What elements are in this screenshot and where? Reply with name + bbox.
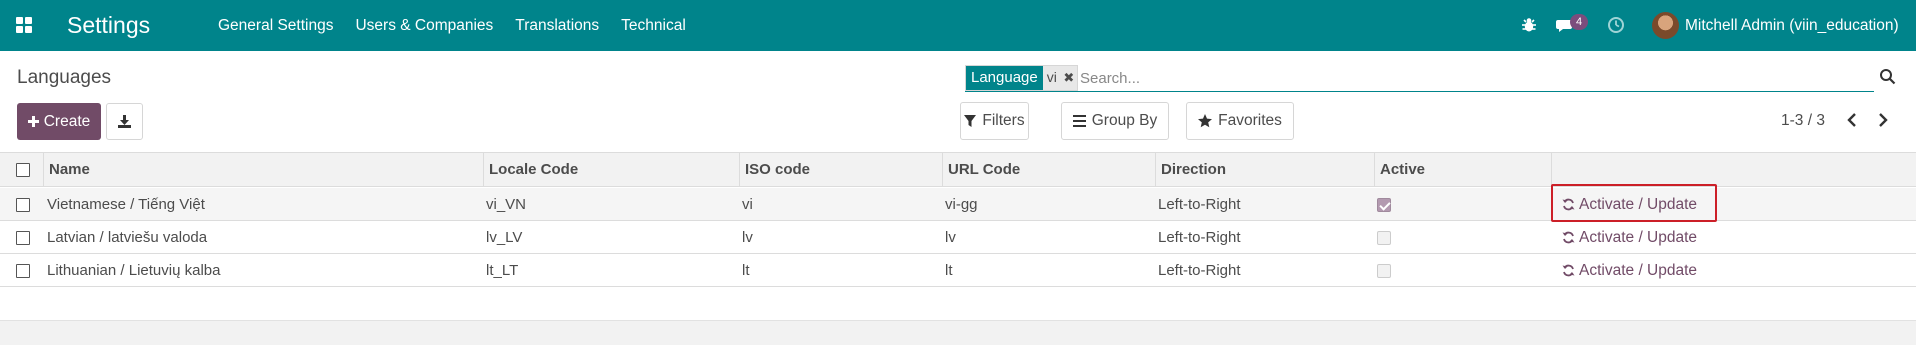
refresh-icon xyxy=(1562,264,1575,277)
apps-menu-icon[interactable] xyxy=(16,17,32,33)
table-row[interactable]: Lithuanian / Lietuvių kalba lt_LT lt lt … xyxy=(0,254,1916,287)
active-checkbox xyxy=(1377,198,1391,212)
cell-name: Lithuanian / Lietuvių kalba xyxy=(47,262,221,279)
column-header-action xyxy=(1551,153,1916,187)
table-header: Name Locale Code ISO code URL Code Direc… xyxy=(0,152,1916,187)
favorites-button[interactable]: Favorites xyxy=(1186,102,1294,140)
row-checkbox[interactable] xyxy=(16,231,30,245)
column-header-locale[interactable]: Locale Code xyxy=(483,153,739,187)
cell-name: Vietnamese / Tiếng Việt xyxy=(47,196,205,213)
facet-label: Language xyxy=(966,66,1043,90)
user-avatar[interactable] xyxy=(1652,12,1679,39)
pager-previous-icon[interactable] xyxy=(1844,111,1860,129)
user-menu-name[interactable]: Mitchell Admin (viin_education) xyxy=(1685,17,1899,35)
cell-direction: Left-to-Right xyxy=(1158,196,1241,213)
search-facet: Language vi ✖ xyxy=(965,65,1078,91)
list-footer xyxy=(0,320,1916,345)
cell-url: lv xyxy=(945,229,956,246)
pager-next-icon[interactable] xyxy=(1875,111,1891,129)
active-checkbox xyxy=(1377,264,1391,278)
cell-url: lt xyxy=(945,262,953,279)
search-icon[interactable] xyxy=(1879,68,1896,85)
download-button[interactable] xyxy=(106,103,143,140)
activate-update-button[interactable]: Activate / Update xyxy=(1562,254,1697,287)
activate-update-label: Activate / Update xyxy=(1579,228,1698,246)
page-title: Languages xyxy=(17,67,112,88)
menu-item-technical[interactable]: Technical xyxy=(621,17,686,35)
filters-button[interactable]: Filters xyxy=(960,102,1029,140)
cell-name: Latvian / latviešu valoda xyxy=(47,229,208,246)
search-bar: Language vi ✖ xyxy=(965,65,1874,92)
facet-remove-icon[interactable]: ✖ xyxy=(1060,66,1077,90)
cell-direction: Left-to-Right xyxy=(1158,229,1241,246)
plus-icon xyxy=(27,116,39,127)
filters-label: Filters xyxy=(982,112,1025,129)
activity-clock-icon[interactable] xyxy=(1607,16,1625,34)
column-header-iso[interactable]: ISO code xyxy=(739,153,942,187)
menu-item-general-settings[interactable]: General Settings xyxy=(218,17,333,35)
menu-item-users-companies[interactable]: Users & Companies xyxy=(355,17,493,35)
column-header-active[interactable]: Active xyxy=(1374,153,1551,187)
cell-iso: lv xyxy=(742,229,753,246)
pager-value[interactable]: 1-3 / 3 xyxy=(1781,112,1825,130)
column-header-direction[interactable]: Direction xyxy=(1155,153,1374,187)
list-bars-icon xyxy=(1072,115,1086,127)
chat-count-badge: 4 xyxy=(1570,14,1588,30)
row-checkbox[interactable] xyxy=(16,264,30,278)
activate-update-button[interactable]: Activate / Update xyxy=(1562,221,1697,254)
cell-locale: lv_LV xyxy=(486,229,523,246)
groupby-label: Group By xyxy=(1091,112,1158,129)
menu-item-translations[interactable]: Translations xyxy=(515,17,599,35)
facet-value: vi xyxy=(1042,66,1061,90)
row-checkbox[interactable] xyxy=(16,198,30,212)
cell-locale: vi_VN xyxy=(486,196,527,213)
select-all-checkbox[interactable] xyxy=(16,163,30,177)
create-button[interactable]: Create xyxy=(17,103,101,140)
activate-update-label: Activate / Update xyxy=(1579,261,1698,279)
debug-bug-icon[interactable] xyxy=(1520,16,1538,34)
top-navbar: Settings General Settings Users & Compan… xyxy=(0,0,1916,51)
app-title[interactable]: Settings xyxy=(67,12,150,39)
download-icon xyxy=(118,115,131,128)
cell-iso: vi xyxy=(742,196,753,213)
star-icon xyxy=(1198,114,1213,128)
cell-locale: lt_LT xyxy=(486,262,519,279)
favorites-label: Favorites xyxy=(1218,112,1282,129)
groupby-button[interactable]: Group By xyxy=(1061,102,1169,140)
cell-iso: lt xyxy=(742,262,750,279)
refresh-icon xyxy=(1562,231,1575,244)
column-header-url[interactable]: URL Code xyxy=(942,153,1155,187)
filter-funnel-icon xyxy=(964,114,977,127)
cell-url: vi-gg xyxy=(945,196,978,213)
column-header-name[interactable]: Name xyxy=(43,153,483,187)
create-button-label: Create xyxy=(43,112,91,130)
active-checkbox xyxy=(1377,231,1391,245)
table-row[interactable]: Latvian / latviešu valoda lv_LV lv lv Le… xyxy=(0,221,1916,254)
search-input[interactable] xyxy=(1080,67,1840,89)
cell-direction: Left-to-Right xyxy=(1158,262,1241,279)
main-menu: General Settings Users & Companies Trans… xyxy=(218,17,708,35)
highlight-annotation-box xyxy=(1551,184,1717,222)
